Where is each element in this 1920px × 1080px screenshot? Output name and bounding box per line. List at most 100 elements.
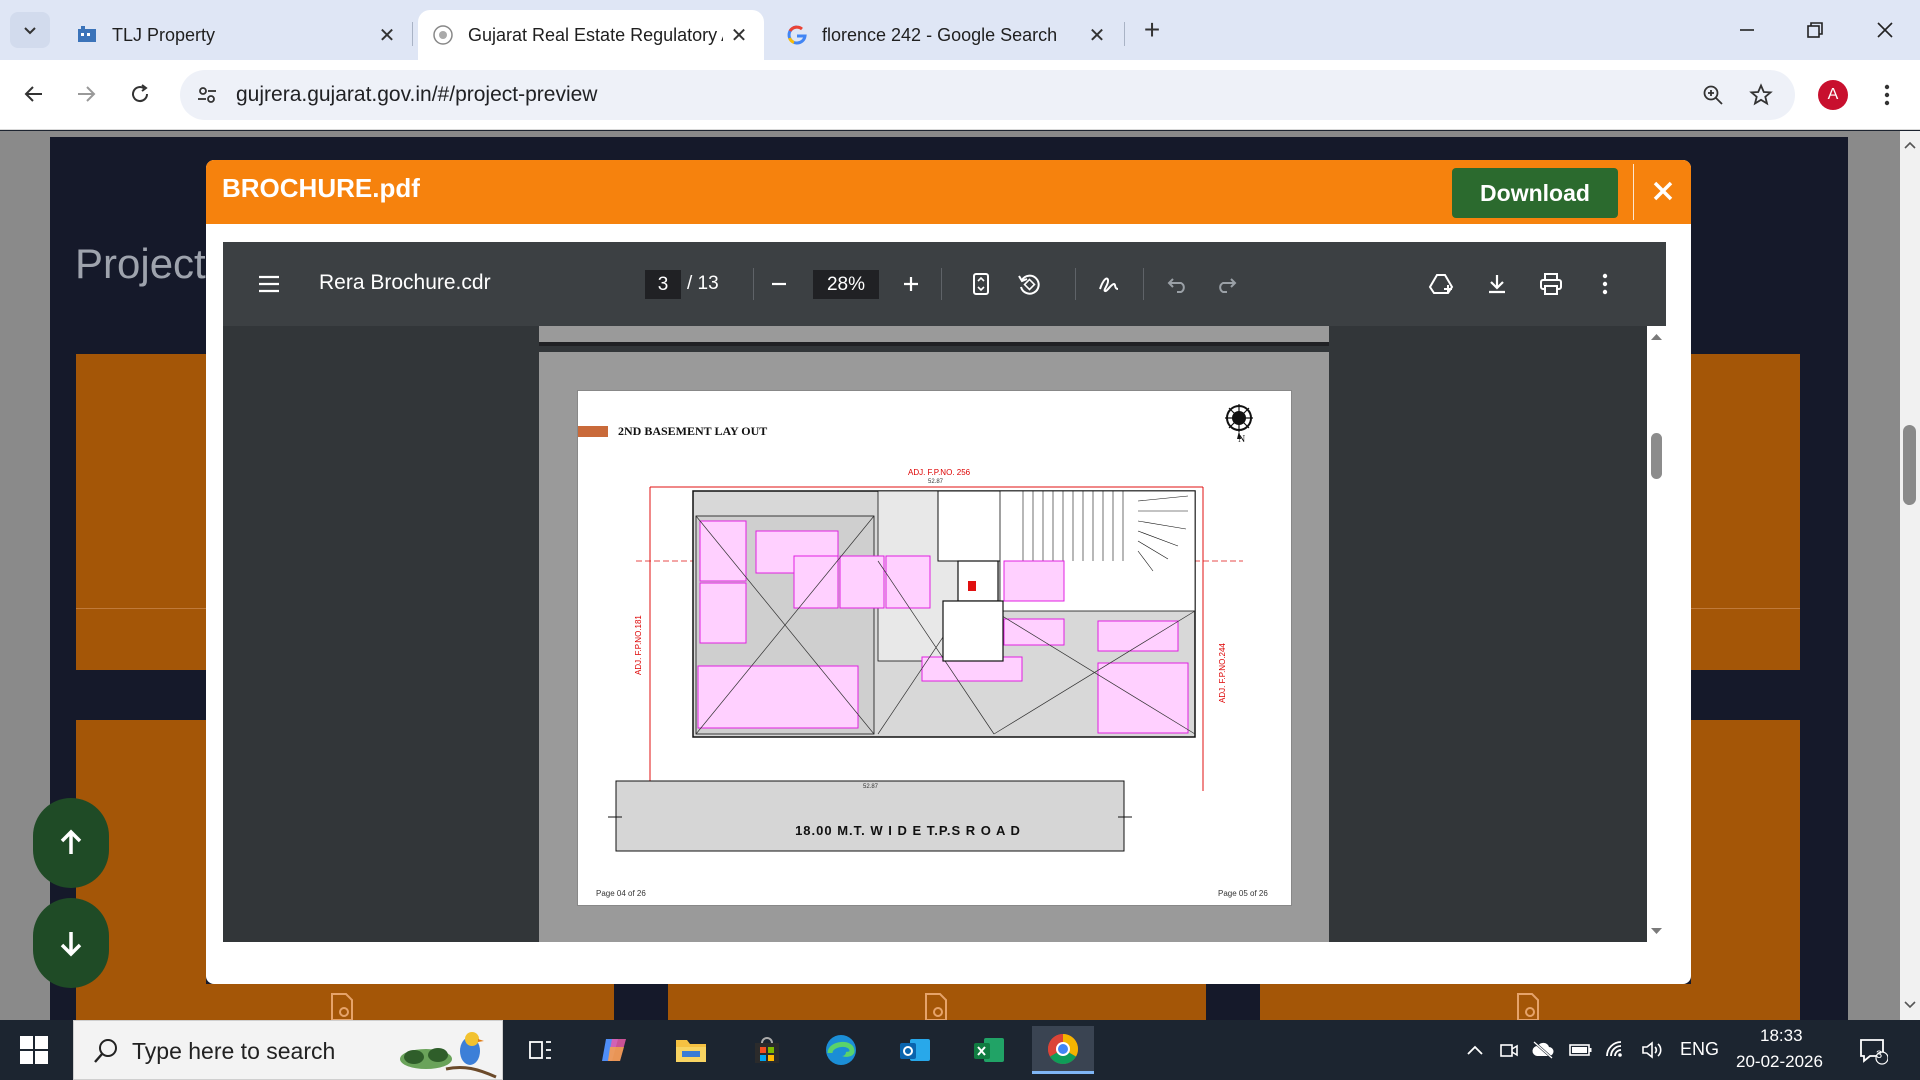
pdf-modal: BROCHURE.pdf Download Rera Brochure.cdr … (206, 160, 1691, 984)
tlj-favicon-icon (76, 24, 98, 46)
show-hidden-icons[interactable] (1462, 1038, 1488, 1062)
page-total: / 13 (687, 273, 719, 294)
zoom-out-button[interactable] (761, 266, 797, 302)
fit-page-button[interactable] (963, 266, 999, 302)
divider (76, 608, 206, 609)
tab-separator (1124, 22, 1125, 46)
close-tab-icon[interactable]: ✕ (376, 24, 398, 47)
windows-start-icon[interactable] (18, 1034, 50, 1066)
scroll-down-arrow-icon[interactable] (1900, 995, 1920, 1015)
clock-date[interactable]: 20-02-2026 (1736, 1052, 1823, 1072)
save-to-drive-button[interactable] (1424, 266, 1460, 302)
pdf-scrollbar[interactable] (1647, 326, 1666, 942)
new-tab-button[interactable]: + (1136, 14, 1168, 46)
annotate-button[interactable] (1091, 266, 1127, 302)
page-card (1691, 720, 1800, 1020)
page-scroll-thumb[interactable] (1903, 425, 1916, 505)
browser-menu-button[interactable] (1872, 78, 1902, 112)
excel-icon (974, 1038, 1004, 1062)
tab-title: Gujarat Real Estate Regulatory A (468, 24, 723, 45)
taskbar-search-box[interactable]: Type here to search (73, 1020, 503, 1080)
floor-plan-drawing: 2ND BASEMENT LAY OUT N ADJ. F.P.NO. 256 … (577, 390, 1292, 906)
excel-app[interactable] (958, 1026, 1020, 1074)
restore-button[interactable] (1790, 10, 1840, 50)
road-label: 18.00 M.T. W I D E T.P.S R O A D (795, 823, 1021, 838)
outlook-app[interactable] (884, 1026, 946, 1074)
tab-gujrera[interactable]: Gujarat Real Estate Regulatory A ✕ (418, 10, 764, 60)
pdf-more-button[interactable] (1587, 266, 1623, 302)
url-text[interactable]: gujrera.gujarat.gov.in/#/project-preview (236, 83, 597, 107)
address-bar[interactable]: gujrera.gujarat.gov.in/#/project-preview (180, 70, 1795, 120)
page-number-input[interactable]: 3 (645, 270, 681, 299)
divider (1691, 608, 1800, 609)
search-placeholder: Type here to search (132, 1038, 336, 1064)
gujarat-emblem-icon (432, 24, 454, 46)
input-language[interactable]: ENG (1680, 1039, 1719, 1060)
clock-time[interactable]: 18:33 (1760, 1026, 1803, 1046)
drive-add-icon (1428, 274, 1454, 294)
undo-button[interactable] (1160, 266, 1196, 302)
bookmark-star-icon[interactable] (1747, 81, 1775, 109)
tab-search-button[interactable] (10, 12, 50, 48)
print-button[interactable] (1533, 266, 1569, 302)
document-icon (1517, 993, 1539, 1021)
pdf-scroll-thumb[interactable] (1651, 433, 1662, 479)
cloud-offline-icon[interactable] (1530, 1038, 1556, 1062)
volume-icon[interactable] (1640, 1038, 1666, 1062)
meet-now-icon[interactable] (1496, 1038, 1522, 1062)
tab-tlj-property[interactable]: TLJ Property ✕ (62, 10, 412, 60)
edge-app[interactable] (810, 1026, 872, 1074)
pdf-toolbar: Rera Brochure.cdr 3 / 13 28% (223, 242, 1666, 326)
tab-google-search[interactable]: florence 242 - Google Search ✕ (772, 10, 1122, 60)
scroll-down-button[interactable] (33, 898, 109, 988)
notification-center-button[interactable]: 3 (1856, 1036, 1890, 1066)
battery-icon[interactable] (1568, 1038, 1594, 1062)
close-tab-icon[interactable]: ✕ (1086, 24, 1108, 47)
search-highlight-illustration (400, 1032, 497, 1079)
draw-signature-icon (1099, 277, 1119, 293)
zoom-in-button[interactable] (893, 266, 929, 302)
profile-avatar[interactable]: A (1818, 80, 1848, 110)
tab-strip: TLJ Property ✕ Gujarat Real Estate Regul… (0, 0, 1920, 60)
file-explorer-app[interactable] (660, 1026, 722, 1074)
toolbar-divider (753, 268, 754, 300)
more-vertical-icon (1602, 273, 1608, 295)
notification-icon (1860, 1039, 1888, 1065)
hamburger-icon (259, 275, 279, 293)
scroll-up-arrow-icon[interactable] (1647, 330, 1666, 344)
site-info-icon[interactable] (194, 82, 220, 108)
microsoft-store-app[interactable] (736, 1026, 798, 1074)
header-divider (1633, 164, 1634, 220)
chevron-down-icon (24, 27, 36, 35)
wifi-icon[interactable] (1604, 1038, 1630, 1062)
scroll-up-arrow-icon[interactable] (1900, 135, 1920, 155)
google-g-icon (786, 24, 808, 46)
chrome-app[interactable] (1032, 1026, 1094, 1074)
close-tab-icon[interactable]: ✕ (728, 24, 750, 47)
copilot-app[interactable] (584, 1026, 646, 1074)
pdf-page: 2ND BASEMENT LAY OUT N ADJ. F.P.NO. 256 … (539, 352, 1329, 942)
windows-taskbar: Type here to search ENG 18:33 20-02-2026… (0, 1020, 1920, 1080)
download-button[interactable]: Download (1452, 168, 1618, 218)
back-button[interactable] (14, 74, 54, 114)
close-window-button[interactable] (1860, 10, 1910, 50)
scroll-down-arrow-icon[interactable] (1647, 924, 1666, 938)
notification-count: 3 (1876, 1049, 1883, 1061)
pdf-download-button[interactable] (1479, 266, 1515, 302)
reload-button[interactable] (120, 74, 160, 114)
rotate-button[interactable] (1011, 266, 1047, 302)
pdf-page-area[interactable]: 2ND BASEMENT LAY OUT N ADJ. F.P.NO. 256 … (223, 326, 1647, 942)
toolbar-divider (1075, 268, 1076, 300)
zoom-level-input[interactable]: 28% (813, 270, 879, 299)
pdf-viewer: Rera Brochure.cdr 3 / 13 28% 2ND BASEMEN… (223, 242, 1666, 942)
redo-button[interactable] (1208, 266, 1244, 302)
forward-button[interactable] (66, 74, 106, 114)
minimize-button[interactable] (1722, 10, 1772, 50)
sidebar-menu-button[interactable] (251, 266, 287, 302)
page-scrollbar[interactable] (1900, 131, 1920, 1020)
close-modal-button[interactable] (1646, 174, 1680, 208)
copilot-icon (602, 1039, 626, 1061)
task-view-button[interactable] (510, 1026, 572, 1074)
scroll-up-button[interactable] (33, 798, 109, 888)
zoom-icon[interactable] (1699, 81, 1727, 109)
